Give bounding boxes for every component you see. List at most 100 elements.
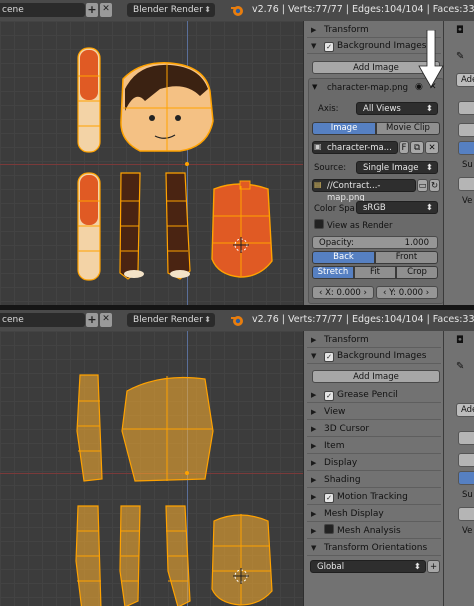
scene-stats: v2.76 | Verts:77/77 | Edges:104/104 | Fa… [252, 4, 474, 15]
checkbox-icon[interactable] [324, 524, 334, 534]
axis-dropdown[interactable]: All Views ⬍ [356, 102, 438, 115]
toolshelf-button[interactable] [458, 431, 474, 445]
expanded-triangle-icon: ▼ [311, 42, 317, 50]
collapsed-triangle-icon: ▶ [311, 442, 317, 450]
filepath-field[interactable]: //Contract...-map.png [312, 179, 416, 203]
fit-button[interactable]: Fit [354, 266, 396, 279]
chevron-updown-icon: ⬍ [413, 562, 421, 572]
add-scene-button[interactable]: + [86, 3, 98, 17]
stretch-button[interactable]: Stretch [312, 266, 354, 279]
delete-scene-button[interactable]: ✕ [100, 313, 112, 327]
scene-selector[interactable]: cene [0, 313, 85, 327]
annotation-arrow [418, 30, 444, 88]
checkbox-icon[interactable]: ✓ [324, 391, 334, 401]
view-panel[interactable]: ▶ View [307, 405, 441, 420]
transform-orientations-panel[interactable]: ▼ Transform Orientations [307, 541, 441, 556]
render-engine-dropdown[interactable]: Blender Render ⬍ [127, 313, 215, 327]
checkbox-icon[interactable]: ✓ [324, 493, 334, 503]
chevron-updown-icon: ⬍ [425, 163, 433, 173]
image-datablock-field[interactable]: character-ma... [312, 141, 398, 154]
3d-viewport-top[interactable] [0, 21, 303, 305]
arm-piece-1 [76, 374, 103, 482]
checkbox-icon[interactable]: ✓ [324, 42, 334, 52]
display-panel[interactable]: ▶ Display [307, 456, 441, 471]
crop-button[interactable]: Crop [396, 266, 438, 279]
collapsed-triangle-icon: ▶ [311, 527, 317, 535]
fake-user-button[interactable]: F [399, 141, 409, 154]
unlink-image-button[interactable]: ✕ [425, 141, 439, 154]
add-orientation-button[interactable]: + [427, 560, 440, 573]
collapsed-triangle-icon: ▶ [311, 459, 317, 467]
scene-stats: v2.76 | Verts:77/77 | Edges:104/104 | Fa… [252, 314, 474, 325]
add-tab[interactable]: Ade [456, 73, 474, 87]
offset-x-field[interactable]: ‹ X: 0.000 › [312, 286, 374, 299]
render-engine-label: Blender Render [133, 5, 203, 15]
camera-icon[interactable]: ◘ [456, 335, 464, 346]
render-engine-dropdown[interactable]: Blender Render ⬍ [127, 3, 215, 17]
add-image-button[interactable]: Add Image [312, 370, 440, 383]
pin-icon[interactable]: ✎ [456, 361, 464, 372]
mesh-display-panel[interactable]: ▶ Mesh Display [307, 507, 441, 522]
folder-icon: ▤ [314, 180, 322, 189]
arm-piece-2 [77, 172, 101, 281]
add-scene-button[interactable]: + [86, 313, 98, 327]
reload-file-button[interactable]: ↻ [429, 179, 440, 192]
checkbox-icon[interactable] [314, 219, 324, 229]
toolshelf-button[interactable] [458, 141, 474, 155]
chevron-updown-icon: ⬍ [425, 104, 433, 114]
browse-file-button[interactable]: ▭ [417, 179, 428, 192]
collapsed-triangle-icon: ▶ [311, 510, 317, 518]
back-button[interactable]: Back [312, 251, 375, 264]
image-entry-name: character-map.png [327, 83, 408, 93]
collapsed-triangle-icon: ▶ [311, 26, 317, 34]
toolshelf-button[interactable] [458, 123, 474, 137]
opacity-slider[interactable]: Opacity: 1.000 [312, 236, 438, 249]
chevron-updown-icon: ⬍ [204, 315, 211, 324]
shading-panel[interactable]: ▶ Shading [307, 473, 441, 488]
new-image-button[interactable]: ⧉ [410, 141, 424, 154]
render-engine-label: Blender Render [133, 315, 203, 325]
toolshelf-button[interactable] [458, 453, 474, 467]
uv-mesh-wireframe [75, 374, 273, 606]
add-tab[interactable]: Ade [456, 403, 474, 417]
background-images-panel[interactable]: ▼ ✓ Background Images [307, 349, 441, 364]
collapsed-triangle-icon: ▶ [311, 408, 317, 416]
front-button[interactable]: Front [375, 251, 438, 264]
toolshelf-button[interactable] [458, 101, 474, 115]
toolshelf-label: Ve [462, 526, 473, 536]
view-as-render-checkbox[interactable]: View as Render [314, 219, 392, 231]
source-dropdown[interactable]: Single Image ⬍ [356, 161, 438, 174]
grease-pencil-panel[interactable]: ▶ ✓ Grease Pencil [307, 388, 441, 403]
toolshelf-label: Ve [462, 196, 473, 206]
expanded-triangle-icon: ▼ [311, 352, 317, 360]
head-piece [120, 62, 214, 152]
motion-tracking-panel[interactable]: ▶ ✓ Motion Tracking [307, 490, 441, 505]
body-piece [211, 180, 273, 278]
collapsed-triangle-icon: ▶ [311, 476, 317, 484]
scene-selector[interactable]: cene [0, 3, 85, 17]
pin-icon[interactable]: ✎ [456, 51, 464, 62]
3d-viewport-bottom[interactable] [0, 331, 303, 606]
delete-scene-button[interactable]: ✕ [100, 3, 112, 17]
toolshelf-button[interactable] [458, 507, 474, 521]
chevron-updown-icon: ⬍ [204, 5, 211, 14]
toolshelf-button[interactable] [458, 471, 474, 485]
tab-image[interactable]: Image [312, 122, 376, 135]
info-header: cene + ✕ Blender Render ⬍ v2.76 | Verts:7… [0, 0, 474, 22]
transform-panel[interactable]: ▶ Transform [307, 333, 441, 348]
bottom-window: cene + ✕ Blender Render ⬍ v2.76 | Verts:7… [0, 310, 474, 606]
camera-icon[interactable]: ◘ [456, 25, 464, 36]
offset-y-field[interactable]: ‹ Y: 0.000 › [376, 286, 438, 299]
expanded-triangle-icon[interactable]: ▼ [312, 83, 317, 91]
color-space-dropdown[interactable]: sRGB ⬍ [356, 201, 438, 214]
tab-movie-clip[interactable]: Movie Clip [376, 122, 440, 135]
orientation-dropdown[interactable]: Global ⬍ [310, 560, 426, 573]
3d-cursor-panel[interactable]: ▶ 3D Cursor [307, 422, 441, 437]
arm-piece-1 [77, 47, 101, 153]
toolshelf-button[interactable] [458, 177, 474, 191]
collapsed-triangle-icon: ▶ [311, 493, 317, 501]
item-panel[interactable]: ▶ Item [307, 439, 441, 454]
checkbox-icon[interactable]: ✓ [324, 352, 334, 362]
tool-shelf-top: ◘ ✎ Ade Su Ve [443, 21, 474, 305]
mesh-analysis-panel[interactable]: ▶ Mesh Analysis [307, 524, 441, 539]
